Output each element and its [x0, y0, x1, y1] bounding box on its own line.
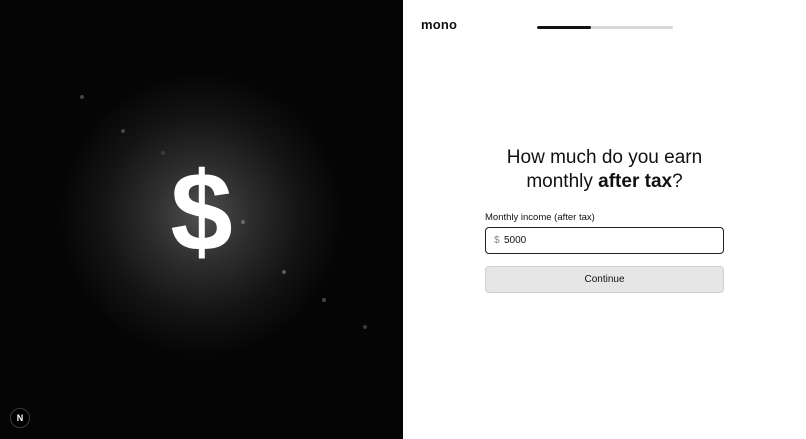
income-input[interactable]	[504, 235, 704, 246]
brand-logo: mono	[421, 17, 458, 32]
dollar-sign-icon: $	[170, 149, 233, 274]
question-heading: How much do you earn monthly after tax?	[485, 146, 724, 194]
hero-panel: $ N	[0, 0, 403, 439]
decorative-dot	[322, 298, 326, 302]
question-line-1: How much do you earn	[506, 147, 703, 168]
question-line-2-suffix: ?	[672, 171, 683, 192]
onboarding-page: $ N mono How much do you earn monthly af…	[0, 0, 806, 439]
progress-bar	[537, 26, 673, 29]
continue-button[interactable]: Continue	[485, 266, 724, 293]
form-panel: mono How much do you earn monthly after …	[403, 0, 806, 439]
decorative-dot	[80, 95, 84, 99]
currency-prefix: $	[494, 235, 500, 246]
dev-tools-badge-icon[interactable]: N	[10, 408, 30, 428]
question-emphasis: after tax	[598, 171, 673, 192]
decorative-dot	[121, 129, 125, 133]
income-input-wrapper[interactable]: $	[485, 227, 724, 254]
income-field-label: Monthly income (after tax)	[485, 212, 595, 223]
question-line-2-prefix: monthly	[526, 171, 599, 192]
progress-bar-fill	[537, 26, 592, 29]
decorative-dot	[363, 325, 367, 329]
